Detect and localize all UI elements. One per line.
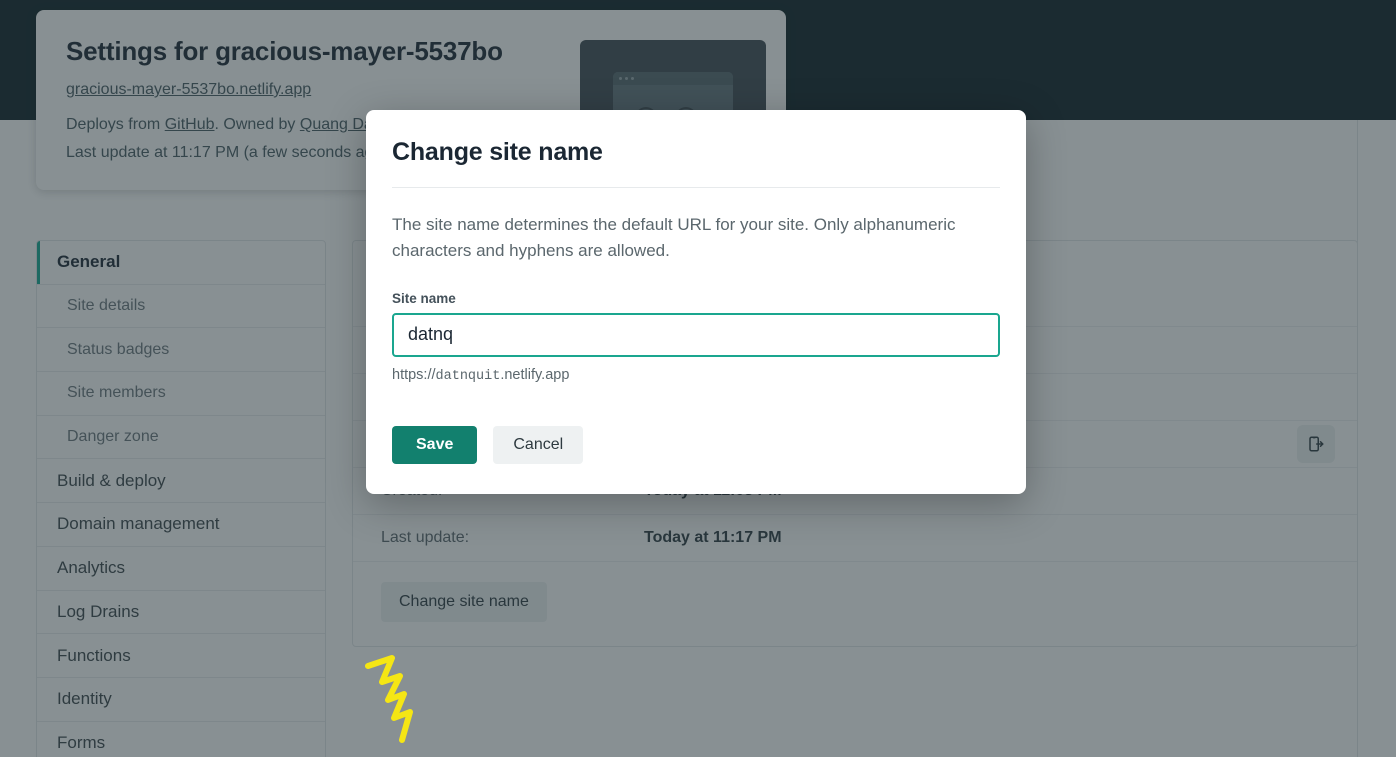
helper-url-prefix: https:// (392, 366, 436, 383)
helper-url-name: datnquit (435, 368, 501, 384)
dialog-title: Change site name (392, 138, 1000, 188)
site-name-input[interactable] (392, 312, 1000, 357)
save-button[interactable]: Save (392, 425, 478, 464)
site-name-field-label: Site name (392, 290, 456, 306)
dialog-description: The site name determines the default URL… (392, 215, 956, 261)
resulting-url-helper: https://datnquit.netlify.app (392, 367, 1000, 384)
change-site-name-dialog: Change site name The site name determine… (366, 110, 1026, 494)
cancel-button[interactable]: Cancel (493, 425, 584, 464)
helper-url-suffix: .netlify.app (500, 366, 570, 383)
dialog-actions: Save Cancel (392, 425, 1000, 464)
